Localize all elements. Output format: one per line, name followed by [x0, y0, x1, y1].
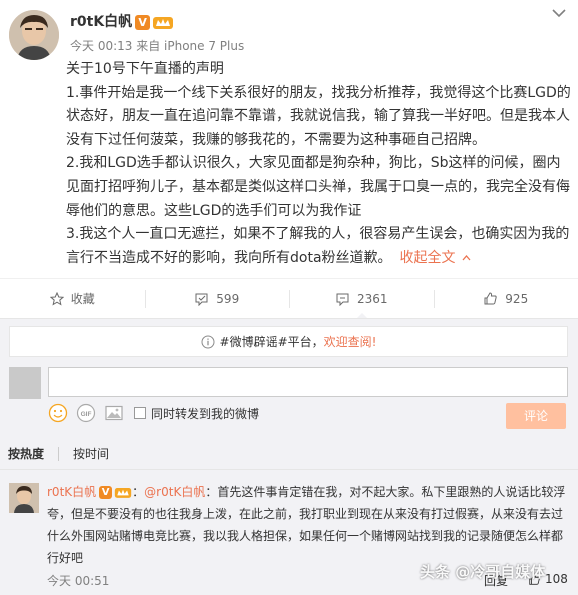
comment-item: r0tK白帆 V ：@r0tK白帆：首先这件事肯定错在我，对不起大家。私下里跟熟的人… — [0, 479, 578, 595]
post-paragraph: 关于10号下午直播的声明 — [66, 61, 224, 77]
post-paragraph: 2.我和LGD选手都认识很久，大家见面都是狗杂种，狗比，Sb这样的问候，圈内见面… — [66, 155, 570, 219]
comment-panel: #微博辟谣#平台， 欢迎查阅! GIF 同时转发到我的微博 评论 按热度 按时间 … — [0, 318, 578, 595]
author-avatar[interactable] — [9, 10, 59, 60]
comment-mention[interactable]: @r0tK白帆 — [144, 485, 205, 499]
verified-badge-icon: V — [135, 14, 151, 30]
verified-badge-icon: V — [99, 486, 113, 499]
tab-sort-hot[interactable]: 按热度 — [0, 445, 52, 462]
commenter-avatar[interactable] — [9, 483, 39, 513]
collapse-label[interactable]: 收起全文 — [400, 250, 456, 266]
post-action-bar: 收藏 599 2361 925 — [0, 278, 578, 319]
comment-sort-bar: 按热度 按时间 — [0, 438, 578, 470]
chevron-up-icon[interactable] — [462, 254, 471, 261]
vip-crown-icon — [153, 16, 174, 29]
chevron-down-icon[interactable] — [552, 8, 566, 18]
repost-count: 599 — [216, 291, 240, 306]
comment-icon — [336, 293, 349, 306]
my-avatar — [9, 367, 41, 399]
sort-divider — [58, 446, 60, 461]
favorite-button[interactable]: 收藏 — [0, 279, 145, 318]
comment-content: r0tK白帆 V ：@r0tK白帆：首先这件事肯定错在我，对不起大家。私下里跟熟的人… — [47, 485, 566, 565]
submit-comment-button[interactable]: 评论 — [506, 403, 566, 429]
post-meta: 今天 00:13 来自 iPhone 7 Plus — [70, 39, 245, 53]
comment-button[interactable]: 2361 — [289, 279, 434, 319]
notice-link[interactable]: 欢迎查阅! — [324, 333, 377, 350]
like-count: 925 — [505, 291, 529, 306]
repost-checkbox-label: 同时转发到我的微博 — [151, 406, 260, 421]
thumbs-up-icon — [484, 292, 497, 305]
notice-text: #微博辟谣#平台， — [219, 335, 324, 349]
emoji-icon[interactable] — [48, 403, 68, 423]
image-icon[interactable] — [104, 403, 124, 423]
comment-count: 2361 — [356, 291, 388, 306]
post-paragraph: 1.事件开始是我一个线下关系很好的朋友，找我分析推荐，我觉得这个比赛LGD的状态… — [66, 84, 571, 148]
repost-button[interactable]: 599 — [144, 279, 290, 318]
repost-checkbox-row[interactable]: 同时转发到我的微博 — [134, 405, 259, 422]
star-icon — [49, 291, 64, 306]
vip-crown-icon — [114, 488, 132, 498]
post-paragraph-text: 3.我这个人一直口无遮拦，如果不了解我的人，很容易产生误会，也确实因为我的言行不… — [66, 226, 570, 266]
watermark: 头条 @冷哥自媒体 — [420, 563, 546, 581]
collapse-text-link[interactable]: 收起全文 — [400, 250, 471, 266]
repost-checkbox[interactable] — [134, 407, 146, 419]
repost-icon — [195, 293, 208, 306]
comment-input[interactable] — [48, 367, 568, 397]
favorite-label: 收藏 — [70, 292, 95, 306]
comment-tools: GIF 同时转发到我的微博 — [48, 403, 259, 423]
author-name-row: r0tK白帆 V — [70, 11, 174, 31]
like-button[interactable]: 925 — [433, 279, 578, 318]
svg-text:GIF: GIF — [81, 411, 92, 418]
post-paragraph-last: 3.我这个人一直口无遮拦，如果不了解我的人，很容易产生误会，也确实因为我的言行不… — [66, 223, 571, 270]
comment-time: 今天 00:51 — [47, 574, 110, 588]
author-name[interactable]: r0tK白帆 — [70, 14, 132, 30]
post-content: 关于10号下午直播的声明 1.事件开始是我一个线下关系很好的朋友，找我分析推荐，… — [66, 58, 571, 270]
rumor-notice: #微博辟谣#平台， 欢迎查阅! — [9, 326, 568, 357]
commenter-name[interactable]: r0tK白帆 — [47, 485, 96, 499]
tab-sort-time[interactable]: 按时间 — [65, 445, 117, 462]
weibo-post: r0tK白帆 V 今天 00:13 来自 iPhone 7 Plus 关于10号下… — [0, 0, 578, 278]
gif-icon[interactable]: GIF — [76, 403, 96, 423]
comment-like-count: 108 — [545, 572, 568, 586]
info-icon — [201, 335, 215, 348]
